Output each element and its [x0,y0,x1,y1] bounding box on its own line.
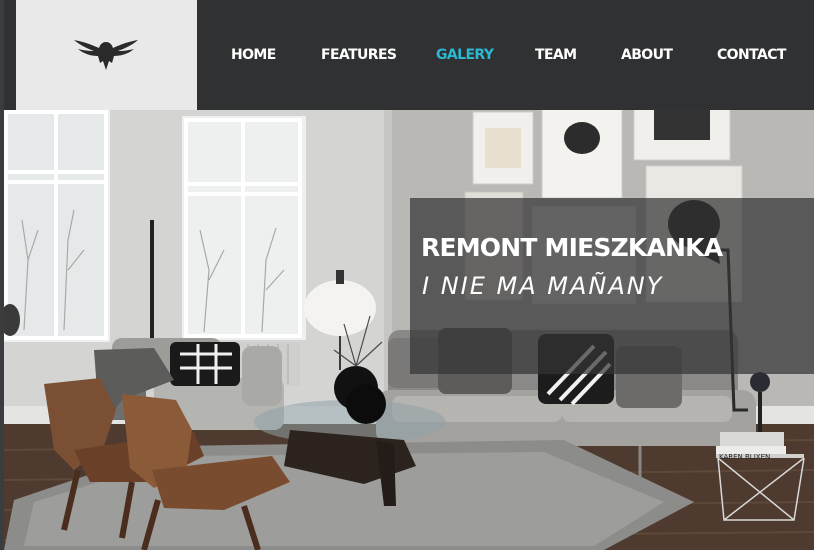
nav-home[interactable]: HOME [231,47,276,63]
main-nav: HOME FEATURES GALERY TEAM ABOUT CONTACT [197,0,814,110]
hero-subtitle: I NIE MA MAÑANY [422,272,664,300]
book-label: KAREN BLIXEN [719,453,771,461]
nav-about[interactable]: ABOUT [621,47,673,63]
nav-team[interactable]: TEAM [535,47,577,63]
hero-caption: REMONT MIESZKANKA I NIE MA MAÑANY [410,198,814,374]
nav-galery[interactable]: GALERY [436,47,494,63]
logo[interactable] [16,0,197,110]
nav-features[interactable]: FEATURES [321,47,397,63]
site-header: HOME FEATURES GALERY TEAM ABOUT CONTACT [4,0,814,110]
nav-contact[interactable]: CONTACT [717,47,786,63]
hero-banner: REMONT MIESZKANKA I NIE MA MAÑANY [4,110,814,550]
eagle-icon [74,40,138,70]
hero-title: REMONT MIESZKANKA [421,233,723,262]
